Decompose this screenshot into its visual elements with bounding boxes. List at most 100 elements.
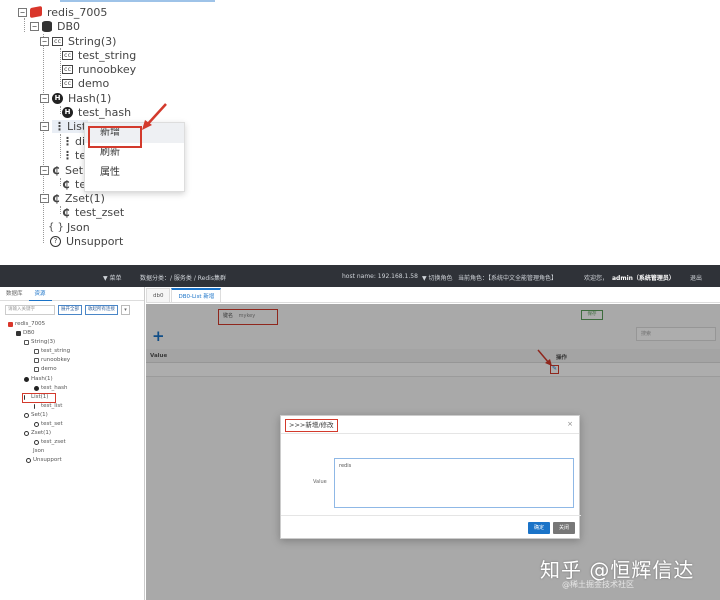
database-icon	[42, 20, 52, 32]
tree-string-item[interactable]: cc demo	[62, 75, 109, 91]
collapse-toggle[interactable]: −	[40, 193, 49, 203]
list-key-icon: ⋮	[62, 148, 73, 162]
tree-set-group-label: Set	[65, 163, 84, 177]
tree-string-item-label: test_string	[78, 48, 137, 62]
collapse-toggle[interactable]: −	[40, 93, 49, 103]
tree-list-item[interactable]: test_list	[34, 402, 62, 410]
string-key-icon	[34, 348, 39, 354]
tree-zset-item-label: test_zset	[75, 205, 125, 219]
set-key-icon: ₵	[62, 177, 70, 191]
tree-json-label: Json	[33, 448, 45, 454]
collapse-toggle[interactable]: −	[30, 21, 39, 31]
hash-type-icon: H	[52, 92, 63, 104]
tree-string-item-label: demo	[41, 366, 57, 372]
hash-type-icon	[24, 376, 29, 382]
tree-string-item[interactable]: runoobkey	[34, 356, 70, 364]
tree-list-item[interactable]: ⋮ te	[62, 147, 86, 163]
logout-button[interactable]: 退出	[690, 273, 702, 282]
switch-role-button[interactable]: ▼ 切换角色	[422, 273, 453, 282]
menu-toggle[interactable]: ▼ 菜单	[103, 273, 122, 282]
set-key-icon	[34, 421, 39, 427]
string-key-icon	[34, 366, 39, 372]
close-button[interactable]: 关闭	[553, 522, 575, 534]
tree-zset-item-label: test_zset	[41, 439, 66, 445]
string-key-icon	[34, 357, 39, 363]
tree-root-label: redis_7005	[47, 5, 108, 19]
dialog-title: >>>新增/修改	[285, 419, 338, 432]
tree-root[interactable]: redis_7005	[8, 320, 45, 328]
context-menu: 新增 刷新 属性	[84, 122, 185, 192]
tree-list-item-label: test_list	[41, 403, 63, 409]
redis-icon	[30, 5, 42, 19]
tree-hash-group[interactable]: Hash(1)	[24, 375, 53, 383]
expand-all-button[interactable]: 展开全部	[58, 304, 82, 315]
tree-hash-group-label: Hash(1)	[68, 91, 112, 105]
tree-zset-group[interactable]: Zset(1)	[24, 429, 51, 437]
json-braces-icon: { }	[48, 221, 64, 233]
zset-type-icon: ₵	[52, 191, 60, 205]
string-key-icon: cc	[62, 78, 73, 88]
tree-zset-group-label: Zset(1)	[31, 430, 51, 436]
tree-string-group-label: String(3)	[68, 34, 117, 48]
tree-string-group[interactable]: String(3)	[24, 338, 55, 346]
tab-resource[interactable]: 资源	[28, 287, 52, 301]
tree-string-item[interactable]: test_string	[34, 347, 70, 355]
collapse-toggle[interactable]: −	[18, 7, 27, 17]
list-key-icon	[34, 403, 39, 409]
value-textarea[interactable]: redis	[334, 458, 574, 508]
list-key-icon: ⋮	[62, 134, 73, 148]
context-menu-properties[interactable]: 属性	[85, 163, 184, 183]
tree-unsupport-label: Unsupport	[33, 457, 62, 463]
tree-hash-group-label: Hash(1)	[31, 376, 53, 382]
host-label: host name: 192.168.1.58	[342, 273, 418, 280]
collapse-toggle[interactable]: −	[40, 165, 49, 175]
tree-zset-item[interactable]: test_zset	[34, 438, 66, 446]
collapse-connections-button[interactable]: 收起所有连接	[85, 304, 118, 315]
greeting: 欢迎您，	[584, 275, 609, 282]
collapse-toggle[interactable]: −	[40, 121, 49, 131]
hash-key-icon: H	[62, 106, 73, 118]
tree-set-group[interactable]: Set(1)	[24, 411, 48, 419]
tab-database[interactable]: 数据库	[0, 287, 29, 301]
tree-search-input[interactable]: 请输入关键字	[5, 304, 55, 315]
current-role: 当前角色：【系统中文全能管理角色】	[458, 275, 558, 282]
highlight-box	[88, 126, 142, 148]
tree-unsupport-node[interactable]: ? Unsupport	[50, 233, 123, 249]
tree-json-label: Json	[67, 220, 90, 234]
edit-dialog: >>>新增/修改 × Value redis 确定 关闭	[280, 415, 581, 539]
tree-set-group-label: Set(1)	[31, 412, 48, 418]
highlight-box	[22, 393, 56, 403]
question-icon: ?	[50, 235, 61, 247]
tree-unsupport-node[interactable]: Unsupport	[26, 456, 62, 464]
collapse-toggle[interactable]: −	[40, 36, 49, 46]
tree-string-item-label: demo	[78, 76, 110, 90]
tree-hash-item-label: test_hash	[78, 105, 132, 119]
confirm-button[interactable]: 确定	[528, 522, 550, 534]
tree-string-group-label: String(3)	[31, 339, 56, 345]
tree-root-label: redis_7005	[15, 321, 46, 327]
tab-db0[interactable]: db0	[146, 288, 171, 302]
tree-zset-item[interactable]: ₵ test_zset	[62, 204, 124, 220]
tree-db[interactable]: DB0	[16, 329, 35, 337]
tree-string-item-label: runoobkey	[78, 62, 137, 76]
app-screenshot: ▼ 菜单 数据分类：/ 服务类 / Redis集群 host name: 192…	[0, 265, 720, 600]
tree-string-item[interactable]: demo	[34, 365, 57, 373]
tab-list-add[interactable]: DB0-List 新增	[171, 288, 222, 302]
zset-key-icon	[34, 439, 39, 445]
tree-unsupport-label: Unsupport	[66, 234, 124, 248]
set-type-icon: ₵	[52, 163, 60, 177]
annotation-arrow-icon	[142, 103, 167, 130]
breadcrumb: 数据分类：/ 服务类 / Redis集群	[140, 275, 226, 282]
tree-hash-item[interactable]: test_hash	[34, 384, 68, 392]
tree-db[interactable]: − DB0	[30, 18, 80, 34]
tree-json-node[interactable]: Json	[26, 447, 44, 455]
more-dropdown[interactable]: ▾	[121, 304, 130, 315]
database-icon	[16, 330, 21, 336]
close-icon[interactable]: ×	[567, 420, 573, 428]
value-label: Value	[313, 479, 327, 485]
tree-string-item-label: test_string	[41, 348, 71, 354]
question-icon	[26, 457, 31, 463]
current-user[interactable]: admin（系统管理员）	[612, 273, 675, 282]
tree-set-item[interactable]: test_set	[34, 420, 63, 428]
tree-list-group[interactable]: − ⋮ List	[40, 118, 89, 134]
